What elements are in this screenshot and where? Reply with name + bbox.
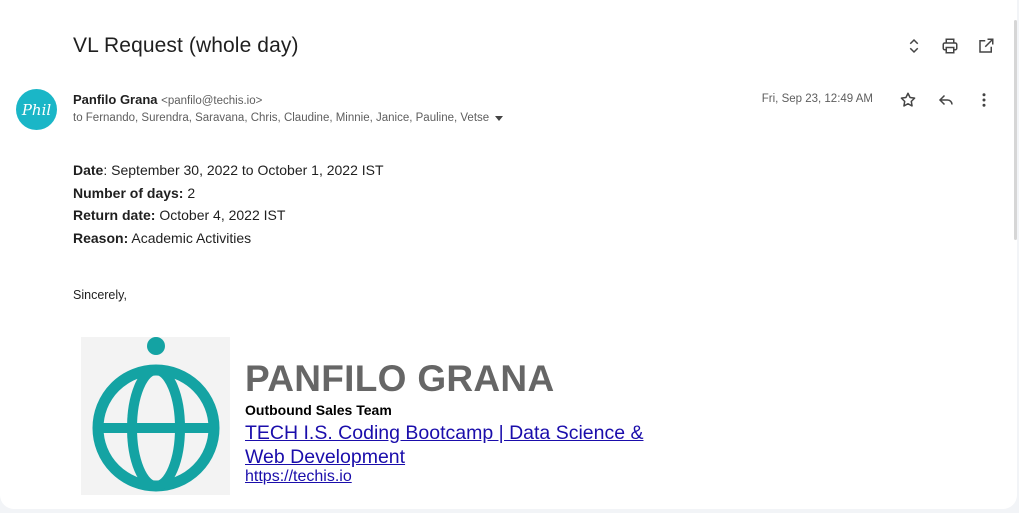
closing-text: Sincerely,	[73, 288, 127, 302]
sender-name[interactable]: Panfilo Grana	[73, 92, 158, 107]
reply-icon[interactable]	[937, 90, 955, 110]
return-row: Return date: October 4, 2022 IST	[73, 204, 384, 227]
return-value: October 4, 2022 IST	[155, 207, 286, 223]
reason-label: Reason:	[73, 229, 129, 246]
date-label: Date	[73, 162, 104, 178]
show-details-caret-icon[interactable]	[495, 115, 504, 121]
top-actions	[905, 36, 995, 56]
signature-company-link[interactable]: TECH I.S. Coding Bootcamp | Data Science…	[245, 421, 665, 469]
avatar[interactable]: Phil	[16, 89, 57, 130]
email-date: Fri, Sep 23, 12:49 AM	[761, 93, 873, 105]
expand-collapse-icon[interactable]	[905, 36, 923, 56]
star-icon[interactable]	[899, 90, 917, 110]
date-row: Date: September 30, 2022 to October 1, 2…	[73, 159, 384, 182]
return-label: Return date:	[73, 207, 156, 223]
avatar-text: Phil	[21, 100, 52, 119]
scrollbar[interactable]	[1014, 20, 1017, 240]
message-actions	[899, 90, 993, 110]
date-value: : September 30, 2022 to October 1, 2022 …	[103, 162, 384, 178]
days-row: Number of days: 2	[73, 182, 384, 205]
signature-url-link[interactable]: https://techis.io	[245, 468, 352, 486]
email-view: VL Request (whole day) Phil Panfilo Gran…	[0, 0, 1017, 509]
signature-team: Outbound Sales Team	[245, 402, 392, 418]
company-logo-icon	[81, 337, 230, 495]
print-icon[interactable]	[941, 36, 959, 56]
more-vert-icon[interactable]	[975, 90, 993, 110]
signature-name: PANFILO GRANA	[245, 358, 555, 399]
sender-line: Panfilo Grana <panfilo@techis.io>	[73, 92, 262, 107]
email-subject: VL Request (whole day)	[73, 34, 299, 57]
open-in-new-window-icon[interactable]	[977, 36, 995, 56]
sender-email: <panfilo@techis.io>	[161, 95, 263, 107]
recipients-line: to Fernando, Surendra, Saravana, Chris, …	[73, 112, 504, 124]
recipients-text: to Fernando, Surendra, Saravana, Chris, …	[73, 112, 490, 124]
days-label: Number of days:	[73, 184, 184, 201]
days-value: 2	[183, 184, 196, 201]
email-body: Date: September 30, 2022 to October 1, 2…	[73, 159, 384, 249]
reason-value: Academic Activities	[128, 229, 252, 246]
reason-row: Reason: Academic Activities	[73, 227, 384, 250]
